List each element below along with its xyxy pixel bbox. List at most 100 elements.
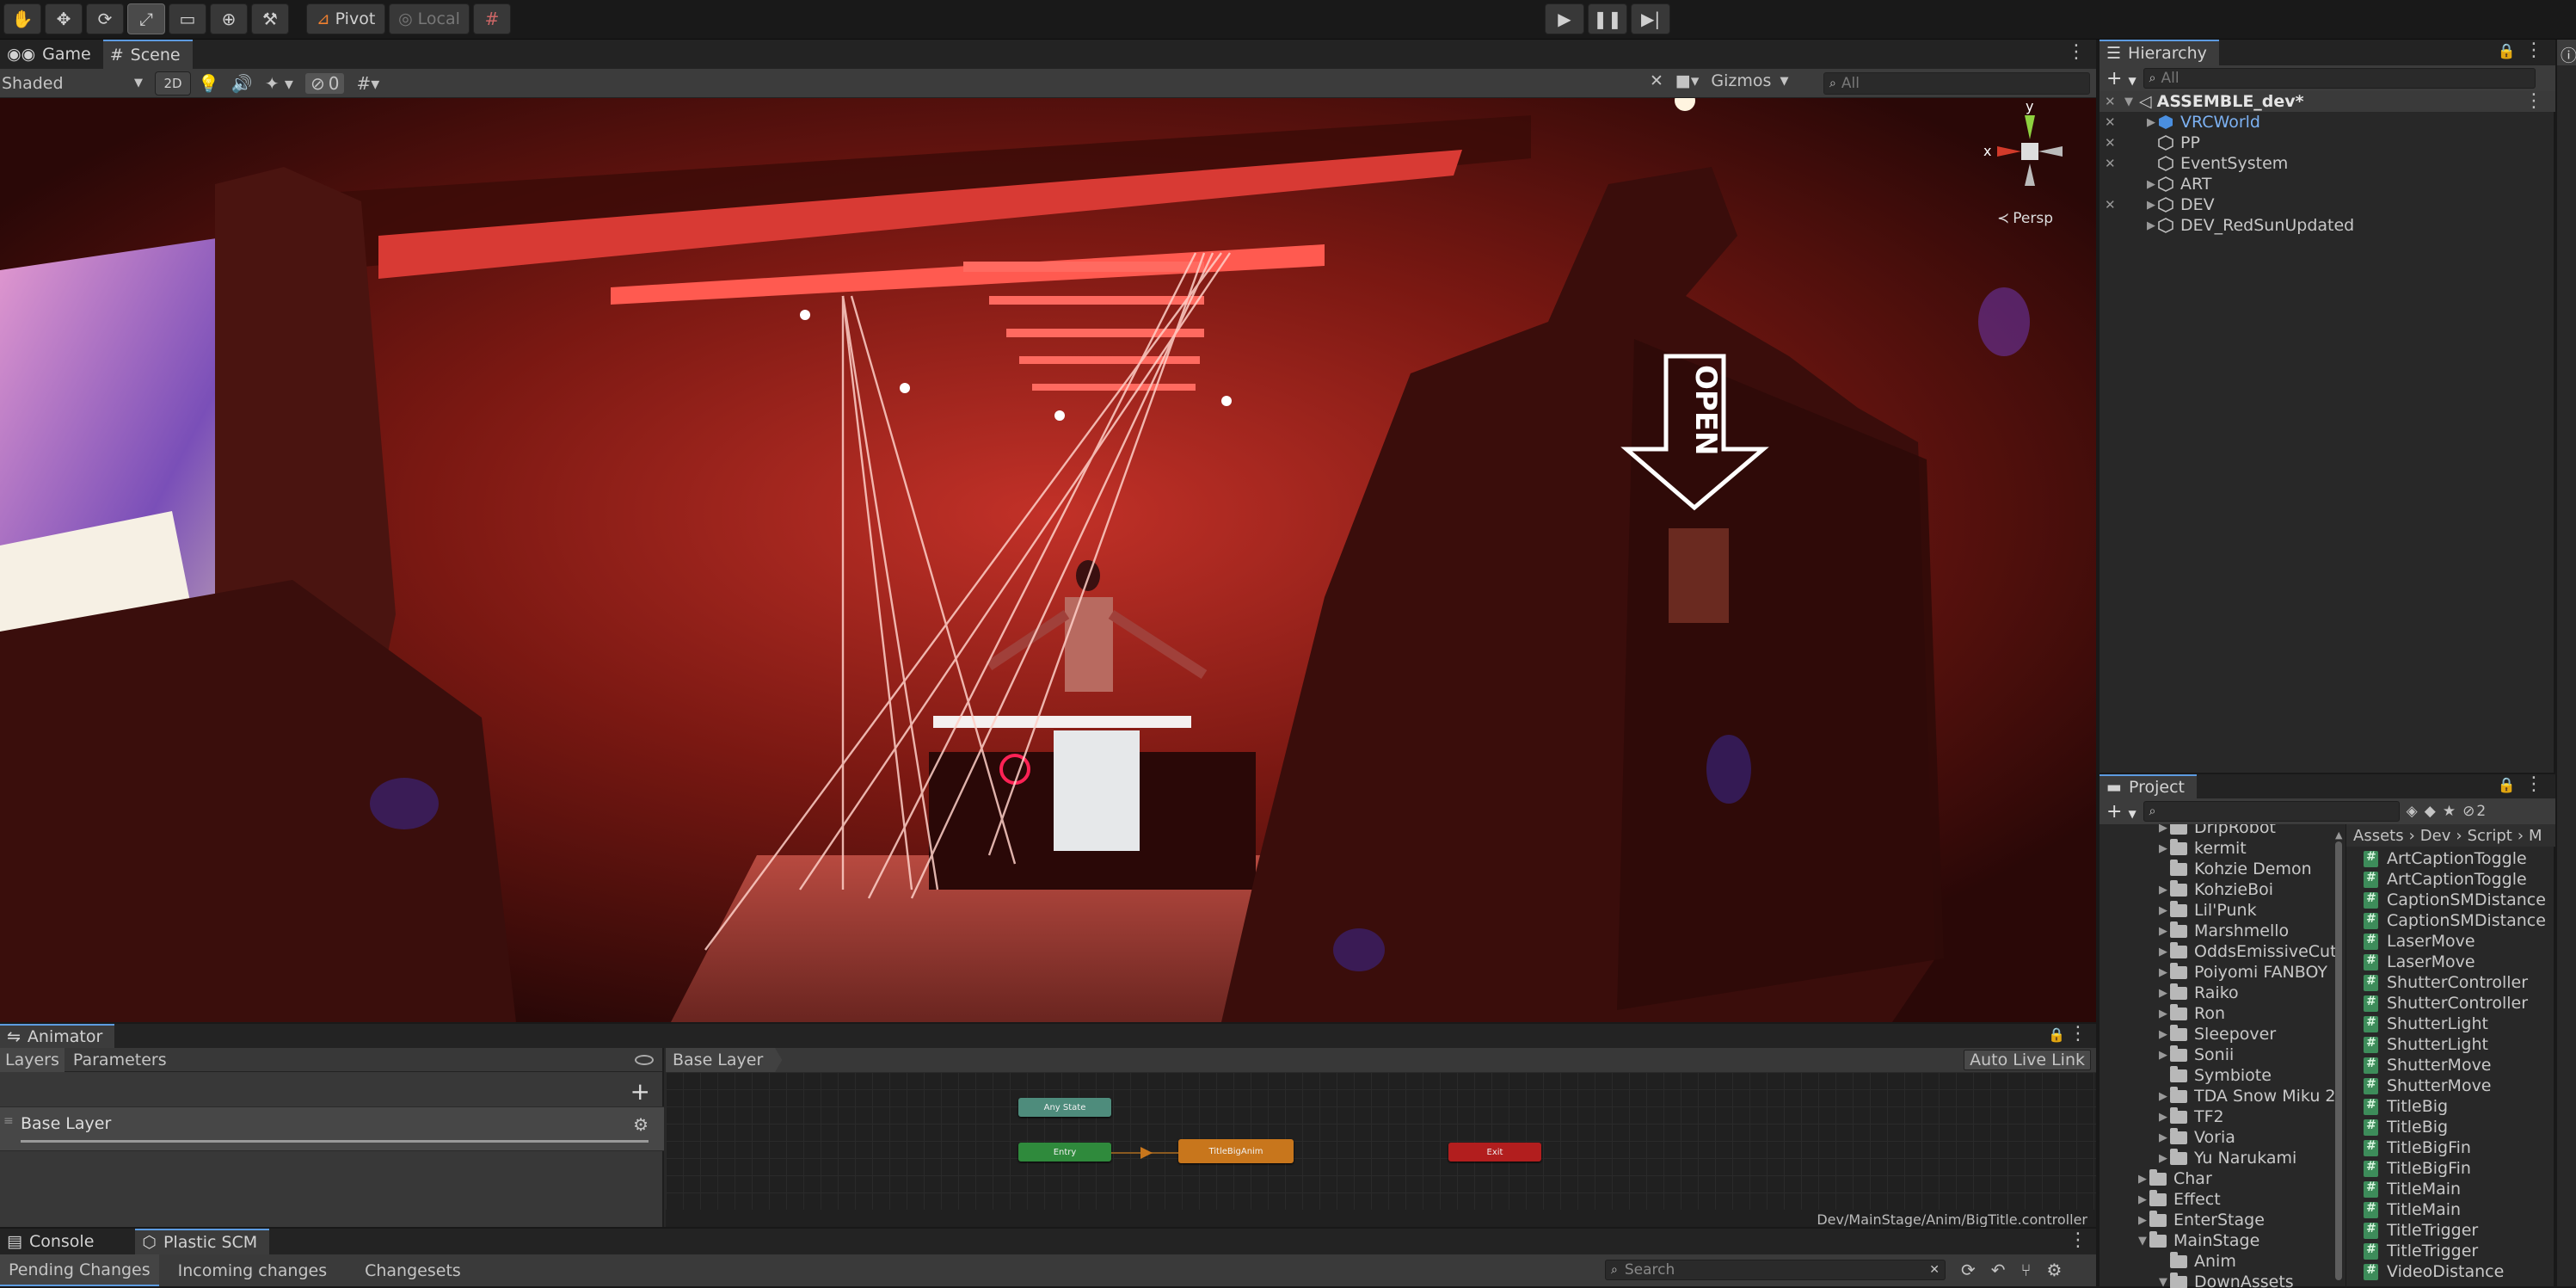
hidden-packages-toggle[interactable]: ⊘2 (2462, 803, 2486, 820)
lock-icon[interactable]: 🔒 (2498, 777, 2516, 794)
script-file[interactable]: ShutterMove (2364, 1075, 2555, 1096)
step-button[interactable]: ▶| (1631, 3, 1670, 34)
folder-item[interactable]: ▶TF2 (2100, 1106, 2345, 1127)
scene-visibility-icon[interactable]: ✕ (2105, 132, 2124, 153)
settings-gear-icon[interactable]: ⚙ (2047, 1260, 2063, 1280)
snap-grid-icon[interactable]: # (473, 3, 511, 34)
lighting-icon[interactable]: 💡 (198, 73, 219, 94)
tab-console[interactable]: ▤Console (0, 1229, 106, 1254)
tab-layers[interactable]: Layers (0, 1048, 65, 1072)
folder-item[interactable]: ▶Voria (2100, 1127, 2345, 1148)
tab-project[interactable]: ▬Project (2100, 774, 2197, 798)
tab-plastic-scm[interactable]: ⬡Plastic SCM (135, 1229, 269, 1254)
folder-item[interactable]: ▶Lil'Punk (2100, 900, 2345, 921)
hierarchy-item[interactable]: EventSystem (2100, 153, 2555, 174)
breadcrumb-item[interactable]: Dev (2420, 827, 2451, 845)
tab-pending-changes[interactable]: Pending Changes (0, 1254, 159, 1286)
script-file[interactable]: ArtCaptionToggle (2364, 869, 2555, 890)
folder-item[interactable]: ▶KohzieBoi (2100, 879, 2345, 900)
project-menu-icon[interactable]: ⋮ (2524, 775, 2543, 794)
folder-item[interactable]: ▶Yu Narukami (2100, 1148, 2345, 1168)
gear-icon[interactable]: ⚙ (633, 1114, 649, 1135)
pause-button[interactable]: ❚❚ (1588, 3, 1627, 34)
script-file[interactable]: LaserMove (2364, 952, 2555, 972)
move-tool-icon[interactable]: ✥ (45, 3, 83, 34)
folder-item[interactable]: ▶EnterStage (2100, 1210, 2345, 1230)
inspector-info-icon[interactable]: ⓘ (2557, 40, 2576, 65)
lock-icon[interactable]: 🔒 (2498, 43, 2516, 60)
2d-toggle[interactable]: 2D (155, 71, 191, 96)
hierarchy-item[interactable]: ▶ VRCWorld (2100, 112, 2555, 132)
breadcrumb-item[interactable]: Assets (2353, 827, 2404, 845)
script-file[interactable]: TitleBig (2364, 1096, 2555, 1117)
state-entry[interactable]: Entry (1018, 1143, 1111, 1162)
tab-hierarchy[interactable]: ☰Hierarchy (2100, 40, 2219, 65)
tab-scene[interactable]: #Scene (103, 40, 193, 69)
hierarchy-search-field[interactable]: ⌕ All (2143, 68, 2536, 89)
search-by-label-icon[interactable]: ◆ (2425, 803, 2436, 820)
hierarchy-menu-icon[interactable]: ⋮ (2524, 41, 2543, 60)
folder-item[interactable]: ▶Effect (2100, 1189, 2345, 1210)
transition-arrow[interactable] (1111, 1144, 1178, 1162)
pivot-button[interactable]: ⊿Pivot (306, 3, 385, 34)
script-file[interactable]: ShutterMove (2364, 1055, 2555, 1075)
folder-tree-scrollbar[interactable]: ▲ (2333, 824, 2344, 1288)
script-file[interactable]: CaptionSMDistance (2364, 890, 2555, 910)
scene-menu-icon[interactable]: ⋮ (2067, 43, 2086, 62)
search-by-type-icon[interactable]: ◈ (2407, 803, 2418, 820)
hand-tool-icon[interactable]: ✋ (3, 3, 41, 34)
folder-item[interactable]: ▶OddsEmissiveCut (2100, 941, 2345, 962)
audio-icon[interactable]: 🔊 (231, 73, 253, 94)
script-file[interactable]: TitleBigFin (2364, 1137, 2555, 1158)
eye-icon[interactable] (635, 1055, 654, 1065)
plastic-search-field[interactable]: ⌕ Search ✕ (1605, 1260, 1946, 1280)
folder-item[interactable]: ▶kermit (2100, 838, 2345, 859)
script-file[interactable]: TitleMain (2364, 1199, 2555, 1220)
clear-search-icon[interactable]: ✕ (1929, 1263, 1940, 1277)
gizmos-dropdown[interactable]: Gizmos▼ (1711, 71, 1788, 90)
hierarchy-item[interactable]: PP (2100, 132, 2555, 153)
script-file[interactable]: ShutterController (2364, 993, 2555, 1014)
scene-visibility-icon[interactable]: ✕ (2105, 153, 2124, 174)
scale-tool-icon[interactable]: ⤢ (127, 3, 165, 34)
scene-search-field[interactable]: ⌕ All (1823, 72, 2090, 95)
folder-item[interactable]: ▶Poiyomi FANBOY (2100, 962, 2345, 983)
breadcrumb-item[interactable]: M (2529, 827, 2542, 845)
rect-tool-icon[interactable]: ▭ (169, 3, 206, 34)
scene-menu-icon[interactable]: ⋮ (2524, 92, 2543, 111)
folder-item[interactable]: ▼DownAssets (2100, 1272, 2345, 1288)
scene-visibility-icon[interactable]: ✕ (2105, 112, 2124, 132)
grid-snap-icon[interactable]: #▾ (356, 73, 379, 94)
camera-icon[interactable]: ■▾ (1675, 71, 1700, 90)
breadcrumb-item[interactable]: Script (2468, 827, 2512, 845)
folder-item[interactable]: Kohzie Demon (2100, 859, 2345, 879)
folder-item[interactable]: ▶Sonii (2100, 1045, 2345, 1065)
transform-tool-icon[interactable]: ⊕ (210, 3, 248, 34)
create-dropdown[interactable]: + ▼ (2106, 68, 2136, 89)
folder-item[interactable]: Symbiote (2100, 1065, 2345, 1086)
script-file[interactable]: ArtCaptionToggle (2364, 848, 2555, 869)
hierarchy-root-row[interactable]: ▼ ◁ ASSEMBLE_dev* ⋮ (2100, 91, 2555, 112)
persp-toggle[interactable]: ≺Persp (1997, 210, 2053, 227)
folder-item[interactable]: Anim (2100, 1251, 2345, 1272)
script-file[interactable]: LaserMove (2364, 931, 2555, 952)
folder-item[interactable]: ▶Sleepover (2100, 1024, 2345, 1045)
script-file[interactable]: TitleBigFin (2364, 1158, 2555, 1179)
state-default[interactable]: TitleBigAnim (1178, 1139, 1294, 1163)
create-dropdown[interactable]: + ▼ (2106, 801, 2136, 823)
script-file[interactable]: TitleTrigger (2364, 1220, 2555, 1241)
tab-incoming-changes[interactable]: Incoming changes (159, 1254, 346, 1286)
scene-visibility-icon[interactable]: ✕ (2105, 91, 2124, 112)
effects-icon[interactable]: ✦ ▾ (265, 73, 293, 94)
drag-handle-icon[interactable]: ≡ (3, 1114, 14, 1128)
auto-live-link-toggle[interactable]: Auto Live Link (1964, 1050, 2091, 1070)
folder-item[interactable]: ▶TDA Snow Miku 2 (2100, 1086, 2345, 1106)
script-file[interactable]: ShutterController (2364, 972, 2555, 993)
tools-icon[interactable]: ✕ (1650, 71, 1663, 90)
animator-graph[interactable]: Base Layer Auto Live Link Any State Entr… (666, 1048, 2096, 1229)
state-any-state[interactable]: Any State (1018, 1098, 1111, 1117)
lock-icon[interactable]: 🔒 (2048, 1026, 2065, 1043)
add-layer-button[interactable]: + (630, 1077, 650, 1106)
play-button[interactable]: ▶ (1545, 3, 1584, 34)
orientation-gizmo[interactable]: y x ≺Persp (1978, 98, 2090, 236)
